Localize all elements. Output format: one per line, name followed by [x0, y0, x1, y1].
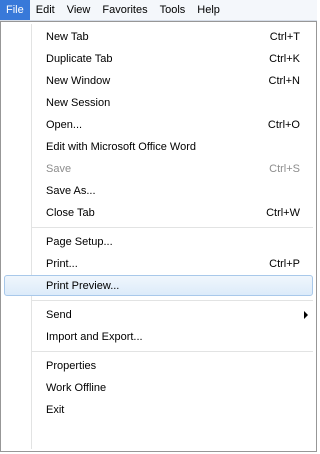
menu-item-label: Save	[46, 163, 72, 175]
menu-item-send[interactable]: Send	[4, 304, 313, 325]
menu-help[interactable]: Help	[191, 0, 226, 20]
menu-item-shortcut: Ctrl+O	[267, 119, 300, 131]
menu-item-label: Print...	[46, 258, 78, 270]
file-menu-dropdown: New Tab Ctrl+T Duplicate Tab Ctrl+K New …	[0, 21, 317, 452]
menu-item-label: Print Preview...	[46, 280, 120, 292]
menu-bar: File Edit View Favorites Tools Help	[0, 0, 317, 21]
menu-item-close-tab[interactable]: Close Tab Ctrl+W	[4, 202, 313, 223]
menu-item-new-tab[interactable]: New Tab Ctrl+T	[4, 26, 313, 47]
menu-separator	[31, 300, 313, 301]
menu-tools[interactable]: Tools	[154, 0, 192, 20]
menu-item-shortcut: Ctrl+P	[269, 258, 300, 270]
menu-item-save-as[interactable]: Save As...	[4, 180, 313, 201]
menu-item-label: Exit	[46, 404, 65, 416]
menu-item-properties[interactable]: Properties	[4, 355, 313, 376]
menu-item-label: New Window	[46, 75, 111, 87]
menu-item-print[interactable]: Print... Ctrl+P	[4, 253, 313, 274]
menu-item-label: Work Offline	[46, 382, 107, 394]
menu-item-page-setup[interactable]: Page Setup...	[4, 231, 313, 252]
menu-item-exit[interactable]: Exit	[4, 399, 313, 420]
menu-item-print-preview[interactable]: Print Preview...	[4, 275, 313, 296]
menu-edit[interactable]: Edit	[30, 0, 61, 20]
menu-item-label: New Tab	[46, 31, 89, 43]
menu-file[interactable]: File	[0, 0, 30, 20]
menu-item-label: Send	[46, 309, 72, 321]
menu-item-label: Save As...	[46, 185, 96, 197]
menu-item-edit-with-word[interactable]: Edit with Microsoft Office Word	[4, 136, 313, 157]
menu-item-shortcut: Ctrl+T	[269, 31, 300, 43]
menu-separator	[31, 351, 313, 352]
menu-item-save: Save Ctrl+S	[4, 158, 313, 179]
menu-favorites[interactable]: Favorites	[96, 0, 153, 20]
menu-item-open[interactable]: Open... Ctrl+O	[4, 114, 313, 135]
menu-item-new-session[interactable]: New Session	[4, 92, 313, 113]
menu-item-label: Close Tab	[46, 207, 95, 219]
menu-item-import-export[interactable]: Import and Export...	[4, 326, 313, 347]
submenu-arrow-icon	[304, 311, 308, 319]
menu-item-duplicate-tab[interactable]: Duplicate Tab Ctrl+K	[4, 48, 313, 69]
menu-view[interactable]: View	[61, 0, 97, 20]
menu-item-label: Properties	[46, 360, 97, 372]
menu-item-shortcut: Ctrl+N	[268, 75, 300, 87]
menu-item-shortcut: Ctrl+K	[269, 53, 300, 65]
menu-item-work-offline[interactable]: Work Offline	[4, 377, 313, 398]
menu-item-label: Page Setup...	[46, 236, 113, 248]
menu-item-label: Import and Export...	[46, 331, 143, 343]
menu-item-label: Edit with Microsoft Office Word	[46, 141, 196, 153]
menu-item-label: Duplicate Tab	[46, 53, 113, 65]
menu-item-label: Open...	[46, 119, 83, 131]
menu-separator	[31, 227, 313, 228]
menu-item-new-window[interactable]: New Window Ctrl+N	[4, 70, 313, 91]
menu-item-label: New Session	[46, 97, 111, 109]
menu-item-shortcut: Ctrl+S	[269, 163, 300, 175]
menu-item-shortcut: Ctrl+W	[266, 207, 300, 219]
